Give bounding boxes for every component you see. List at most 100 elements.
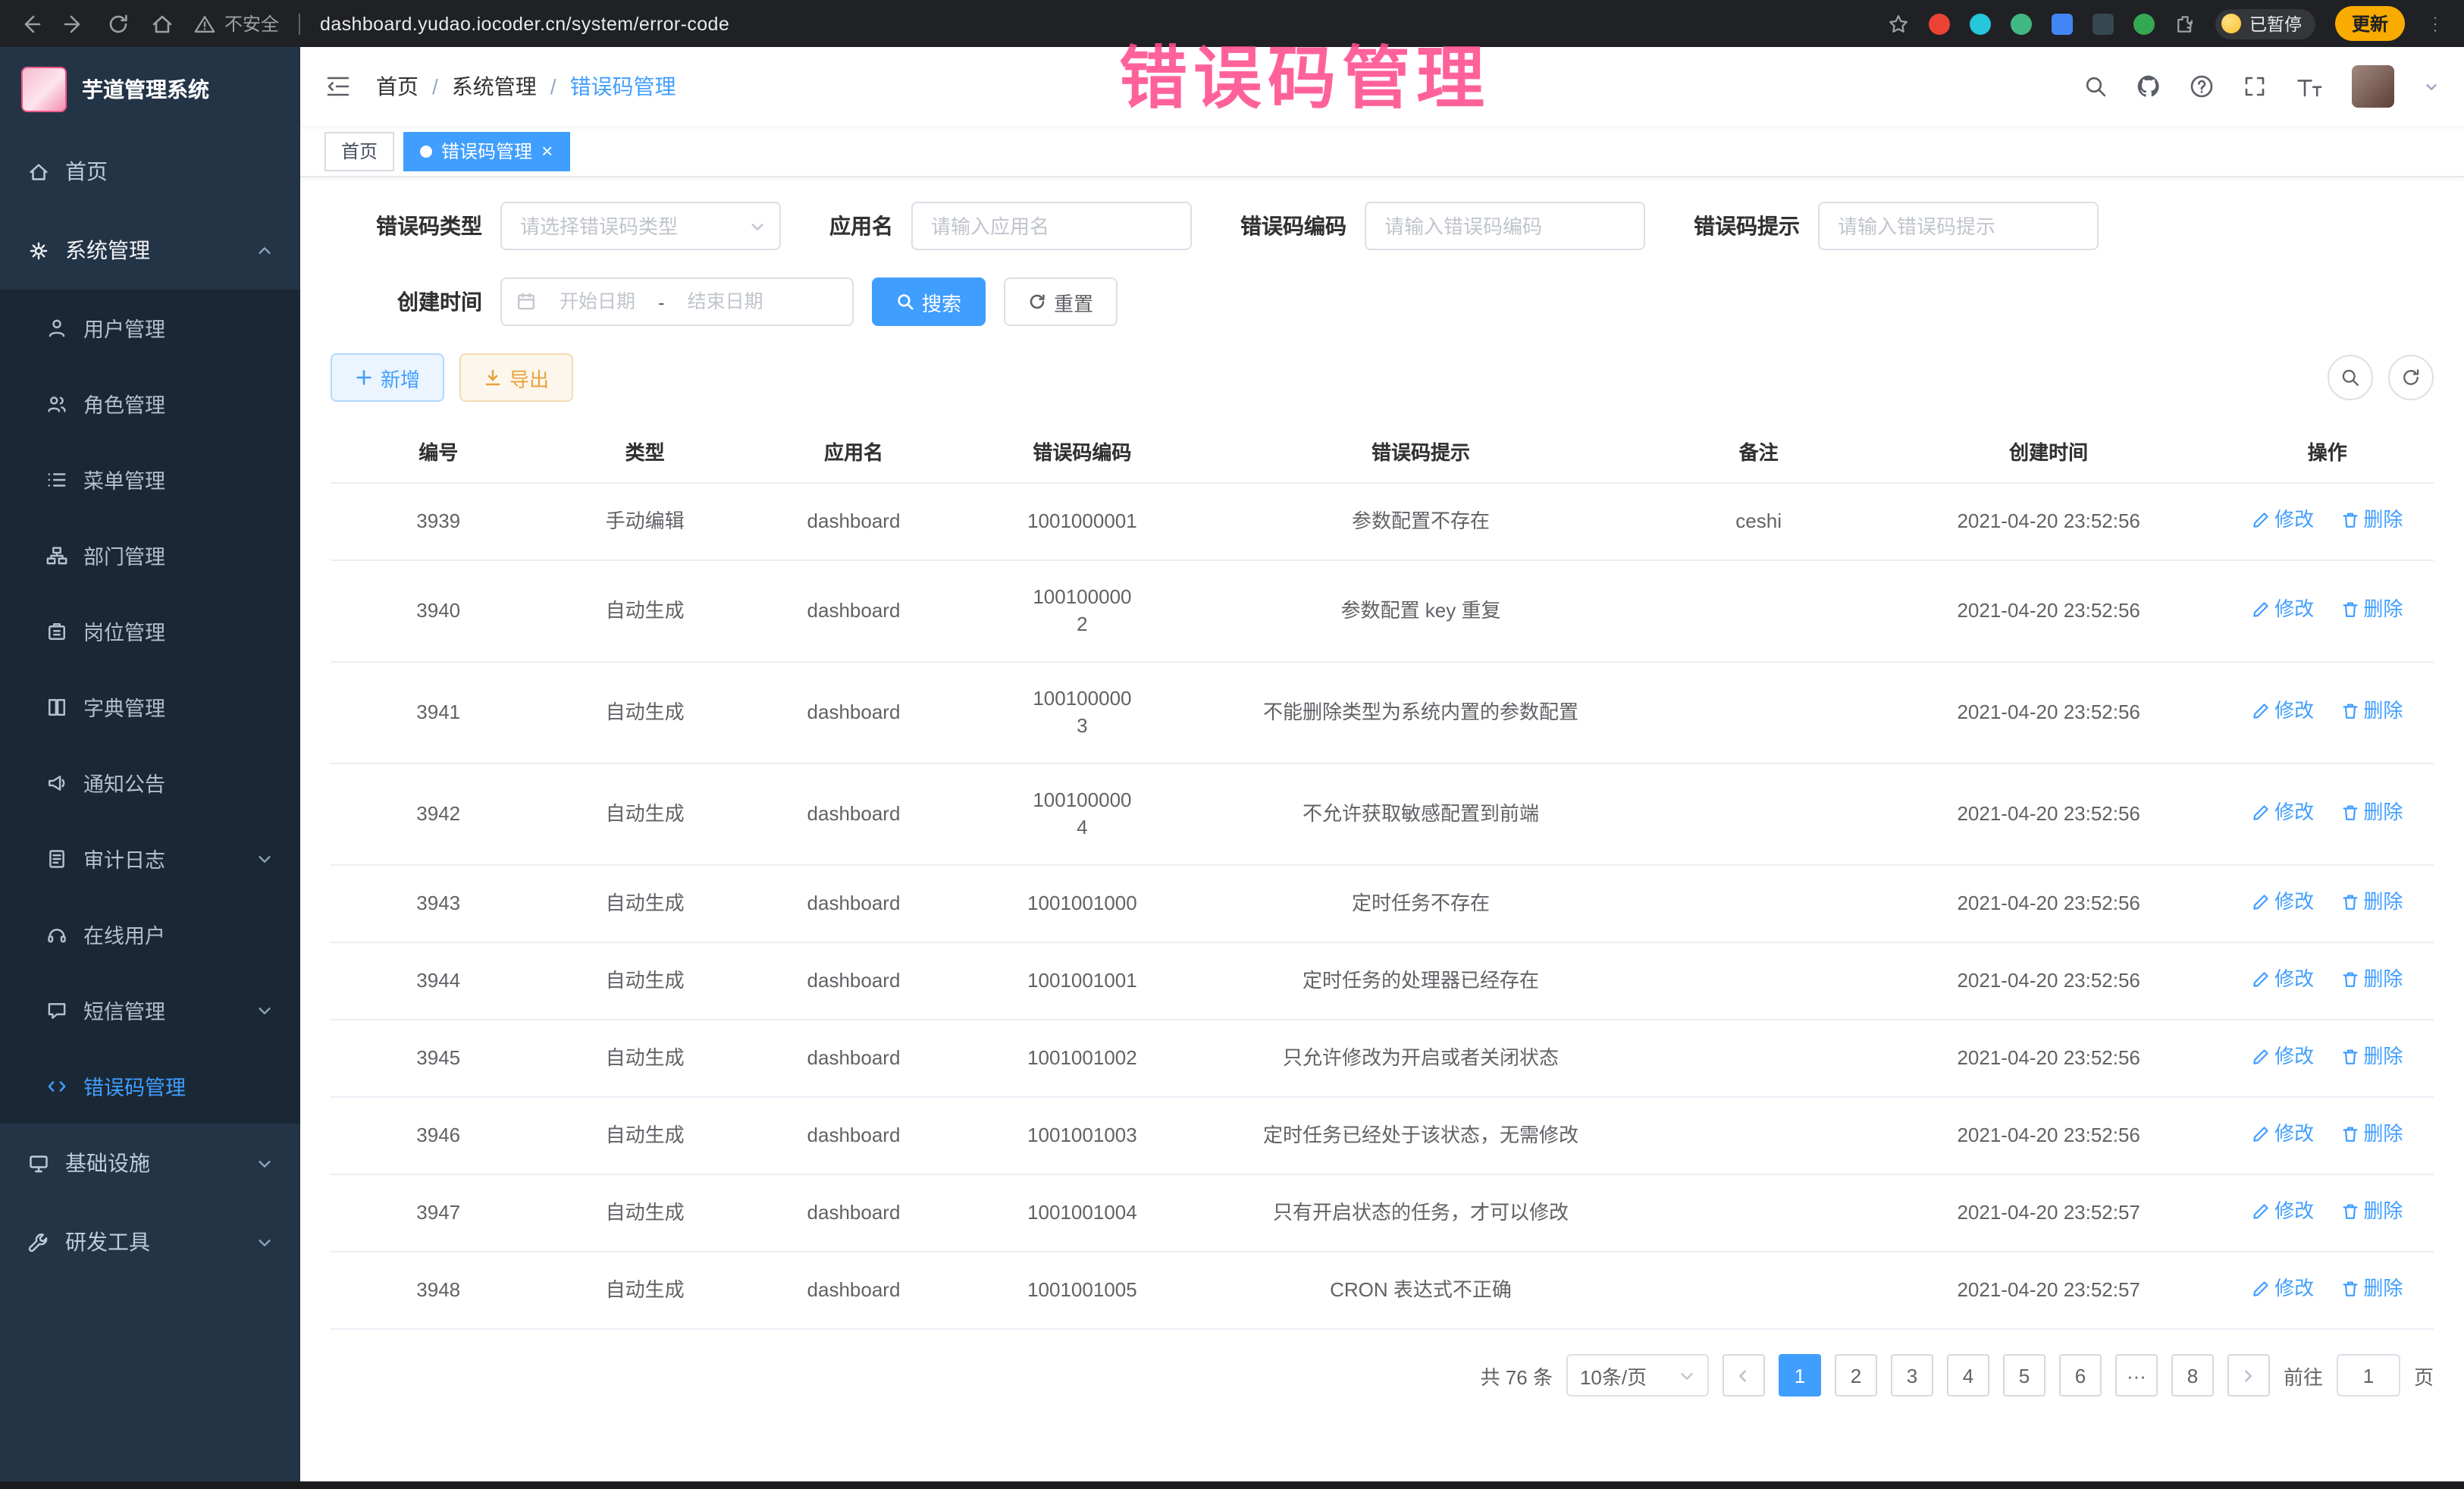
- sidebar-item-online-users[interactable]: 在线用户: [0, 896, 300, 972]
- page-size-select[interactable]: 10条/页: [1566, 1354, 1709, 1397]
- page-button-8[interactable]: 8: [2171, 1354, 2214, 1397]
- edit-link[interactable]: 修改: [2252, 889, 2314, 916]
- sidebar-item-posts[interactable]: 岗位管理: [0, 593, 300, 669]
- edit-link[interactable]: 修改: [2252, 596, 2314, 623]
- app-name-field[interactable]: [911, 202, 1192, 250]
- add-button[interactable]: 新增: [331, 353, 444, 402]
- sidebar-item-menus[interactable]: 菜单管理: [0, 441, 300, 517]
- caret-down-icon[interactable]: [2423, 78, 2440, 95]
- delete-link[interactable]: 删除: [2340, 506, 2403, 534]
- browser-update-button[interactable]: 更新: [2335, 6, 2405, 41]
- sidebar-item-roles[interactable]: 角色管理: [0, 365, 300, 441]
- start-date-input[interactable]: [544, 291, 650, 312]
- reset-button[interactable]: 重置: [1004, 277, 1118, 326]
- delete-link[interactable]: 删除: [2340, 697, 2403, 725]
- error-code-input[interactable]: [1366, 203, 1644, 249]
- extension-switch-icon[interactable]: [2093, 13, 2114, 34]
- delete-link[interactable]: 删除: [2340, 889, 2403, 916]
- extension-teal-drop-icon[interactable]: [1970, 13, 1992, 34]
- delete-link[interactable]: 删除: [2340, 1198, 2403, 1225]
- address-url[interactable]: dashboard.yudao.iocoder.cn/system/error-…: [320, 13, 729, 34]
- edit-link[interactable]: 修改: [2252, 799, 2314, 826]
- fullscreen-icon[interactable]: [2243, 74, 2267, 99]
- sidebar-item-audit-logs[interactable]: 审计日志: [0, 820, 300, 896]
- sidebar-item-devtools[interactable]: 研发工具: [0, 1202, 300, 1281]
- edit-link[interactable]: 修改: [2252, 1198, 2314, 1225]
- delete-link[interactable]: 删除: [2340, 799, 2403, 826]
- page-button-6[interactable]: 6: [2059, 1354, 2102, 1397]
- sidebar-item-departments[interactable]: 部门管理: [0, 517, 300, 593]
- error-code-field[interactable]: [1365, 202, 1645, 250]
- cell-time: 2021-04-20 23:52:56: [1876, 1097, 2221, 1174]
- search-icon[interactable]: [2083, 74, 2108, 99]
- delete-link[interactable]: 删除: [2340, 1121, 2403, 1148]
- extensions-puzzle-icon[interactable]: [2175, 13, 2196, 34]
- back-icon[interactable]: [18, 11, 42, 36]
- user-avatar[interactable]: [2352, 65, 2394, 108]
- range-separator: -: [658, 290, 665, 313]
- sidebar-item-infrastructure[interactable]: 基础设施: [0, 1124, 300, 1202]
- forward-icon[interactable]: [62, 11, 86, 36]
- sidebar-item-system[interactable]: 系统管理: [0, 211, 300, 290]
- star-bookmark-icon[interactable]: [1889, 13, 1910, 34]
- error-hint-input[interactable]: [1820, 203, 2097, 249]
- font-size-icon[interactable]: [2296, 73, 2323, 100]
- delete-link[interactable]: 删除: [2340, 966, 2403, 993]
- tab-error-code[interactable]: 错误码管理 ×: [403, 131, 569, 171]
- edit-link[interactable]: 修改: [2252, 966, 2314, 993]
- sidebar-item-error-code[interactable]: 错误码管理: [0, 1048, 300, 1124]
- edit-link[interactable]: 修改: [2252, 697, 2314, 725]
- delete-link[interactable]: 删除: [2340, 596, 2403, 623]
- more-menu-icon[interactable]: [2425, 13, 2446, 34]
- dept-icon: [45, 544, 68, 566]
- more-pages-button[interactable]: ···: [2115, 1354, 2158, 1397]
- extension-green-icon[interactable]: [2134, 13, 2155, 34]
- delete-link[interactable]: 删除: [2340, 1275, 2403, 1302]
- browser-home-icon[interactable]: [150, 11, 174, 36]
- sidebar-item-sms[interactable]: 短信管理: [0, 972, 300, 1048]
- sidebar-item-notices[interactable]: 通知公告: [0, 744, 300, 820]
- extension-red-icon[interactable]: [1930, 13, 1951, 34]
- tab-label: 首页: [341, 138, 378, 164]
- error-hint-field[interactable]: [1818, 202, 2099, 250]
- prev-page-button[interactable]: [1723, 1354, 1765, 1397]
- create-time-range-picker[interactable]: -: [500, 277, 854, 326]
- error-type-select-input[interactable]: [502, 203, 779, 249]
- close-icon[interactable]: ×: [541, 141, 553, 161]
- page-button-2[interactable]: 2: [1835, 1354, 1877, 1397]
- breadcrumb-system[interactable]: 系统管理: [452, 71, 537, 102]
- page-button-5[interactable]: 5: [2003, 1354, 2045, 1397]
- export-button[interactable]: 导出: [459, 353, 573, 402]
- sidebar-item-home[interactable]: 首页: [0, 132, 300, 211]
- sidebar-logo[interactable]: 芋道管理系统: [0, 47, 300, 132]
- app-name-input[interactable]: [913, 203, 1190, 249]
- refresh-icon[interactable]: [2388, 355, 2434, 400]
- extension-vue-icon[interactable]: [2011, 13, 2033, 34]
- end-date-input[interactable]: [672, 291, 779, 312]
- delete-link[interactable]: 删除: [2340, 1043, 2403, 1071]
- breadcrumb-home[interactable]: 首页: [376, 71, 419, 102]
- edit-link[interactable]: 修改: [2252, 506, 2314, 534]
- error-type-select[interactable]: [500, 202, 781, 250]
- edit-link[interactable]: 修改: [2252, 1121, 2314, 1148]
- menu-fold-icon[interactable]: [324, 73, 352, 100]
- help-icon[interactable]: [2190, 74, 2214, 99]
- search-button[interactable]: 搜索: [872, 277, 986, 326]
- page-button-1[interactable]: 1: [1779, 1354, 1821, 1397]
- reload-icon[interactable]: [106, 11, 130, 36]
- edit-link[interactable]: 修改: [2252, 1043, 2314, 1071]
- sidebar-item-users[interactable]: 用户管理: [0, 290, 300, 365]
- edit-link[interactable]: 修改: [2252, 1275, 2314, 1302]
- github-icon[interactable]: [2136, 74, 2161, 99]
- security-indicator[interactable]: 不安全: [194, 11, 279, 36]
- page-button-3[interactable]: 3: [1891, 1354, 1933, 1397]
- paused-badge[interactable]: 已暂停: [2216, 8, 2315, 39]
- sidebar-item-dictionary[interactable]: 字典管理: [0, 669, 300, 744]
- extension-blue-icon[interactable]: [2052, 13, 2074, 34]
- goto-page-input[interactable]: [2337, 1354, 2400, 1397]
- toggle-search-icon[interactable]: [2328, 355, 2373, 400]
- page-button-4[interactable]: 4: [1947, 1354, 1989, 1397]
- cell-app: dashboard: [744, 763, 964, 865]
- tab-home[interactable]: 首页: [324, 131, 394, 171]
- next-page-button[interactable]: [2227, 1354, 2270, 1397]
